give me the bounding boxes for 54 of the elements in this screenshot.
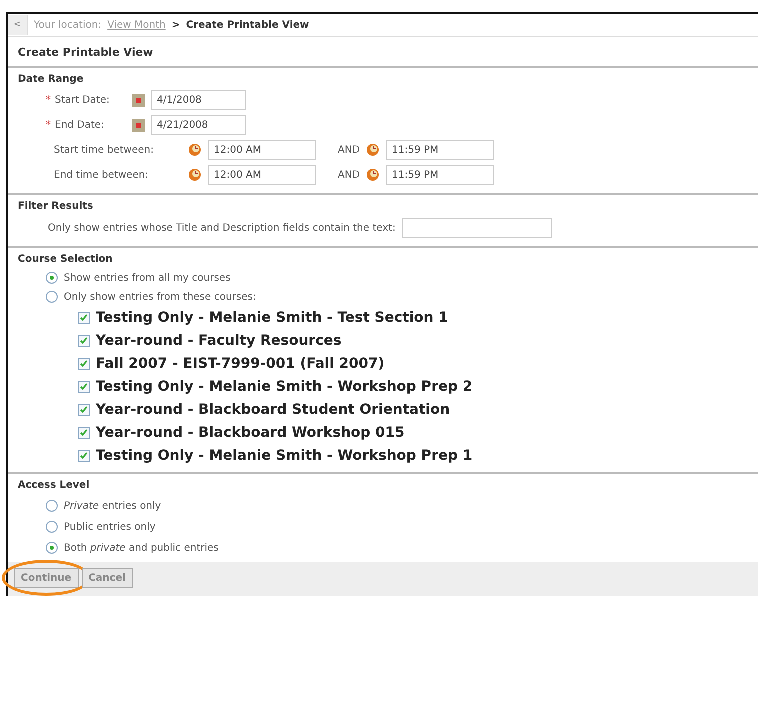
date-field[interactable]: 4/1/2008 <box>151 90 246 110</box>
course-label: Testing Only - Melanie Smith - Test Section 1 <box>96 310 448 326</box>
section-heading: Course Selection <box>18 254 114 265</box>
section-heading: Access Level <box>18 480 91 491</box>
calendar-icon[interactable] <box>132 118 145 132</box>
option-label: Public entries only <box>64 522 156 532</box>
checkbox[interactable] <box>78 404 90 416</box>
time-field[interactable]: 12:00 AM <box>208 140 316 160</box>
and-label: AND <box>338 144 360 156</box>
radio-button[interactable] <box>46 521 58 533</box>
field-label: End Date: <box>55 120 104 130</box>
option-label: Show entries from all my courses <box>64 272 231 284</box>
checkbox[interactable] <box>78 335 90 347</box>
time-field[interactable]: 11:59 PM <box>386 140 494 160</box>
field-label: Start time between: <box>54 144 154 156</box>
course-label: Year-round - Blackboard Student Orientation <box>96 402 450 418</box>
checkbox[interactable] <box>78 358 90 370</box>
clock-icon[interactable] <box>366 143 380 157</box>
course-label: Year-round - Blackboard Workshop 015 <box>96 425 405 441</box>
filter-field[interactable] <box>402 218 552 238</box>
radio-button[interactable] <box>46 542 58 554</box>
breadcrumb-separator: > <box>172 20 180 30</box>
course-label: Testing Only - Melanie Smith - Workshop Prep 2 <box>96 379 473 395</box>
checkbox[interactable] <box>78 312 90 324</box>
checkbox[interactable] <box>78 450 90 462</box>
page-title: Create Printable View <box>8 37 758 68</box>
date-field[interactable]: 4/21/2008 <box>151 115 246 135</box>
clock-icon[interactable] <box>188 168 202 182</box>
calendar-icon[interactable] <box>132 94 145 106</box>
option-label: Both private and public entries <box>64 542 219 554</box>
required-marker: * <box>46 120 51 130</box>
radio-button[interactable] <box>46 272 58 284</box>
option-label: Only show entries from these courses: <box>64 292 256 302</box>
clock-icon[interactable] <box>366 168 380 182</box>
clock-icon[interactable] <box>188 143 202 157</box>
section-heading: Filter Results <box>18 201 94 212</box>
checkbox[interactable] <box>78 427 90 439</box>
and-label: AND <box>338 170 360 180</box>
required-marker: * <box>46 94 51 106</box>
radio-button[interactable] <box>46 500 58 512</box>
field-label: End time between: <box>54 170 149 180</box>
time-field[interactable]: 11:59 PM <box>386 165 494 185</box>
field-label: Start Date: <box>55 94 110 106</box>
option-label: Private entries only <box>64 500 162 512</box>
section-heading: Date Range <box>18 74 85 85</box>
radio-button[interactable] <box>46 291 58 303</box>
time-field[interactable]: 12:00 AM <box>208 165 316 185</box>
course-label: Testing Only - Melanie Smith - Workshop Prep 1 <box>96 448 473 464</box>
course-label: Year-round - Faculty Resources <box>96 333 342 349</box>
checkbox[interactable] <box>78 381 90 393</box>
course-label: Fall 2007 - EIST-7999-001 (Fall 2007) <box>96 356 385 372</box>
filter-label: Only show entries whose Title and Description fields contain the text: <box>48 222 396 234</box>
breadcrumb-current: Create Printable View <box>186 20 310 30</box>
location-label: Your location: <box>34 20 102 30</box>
